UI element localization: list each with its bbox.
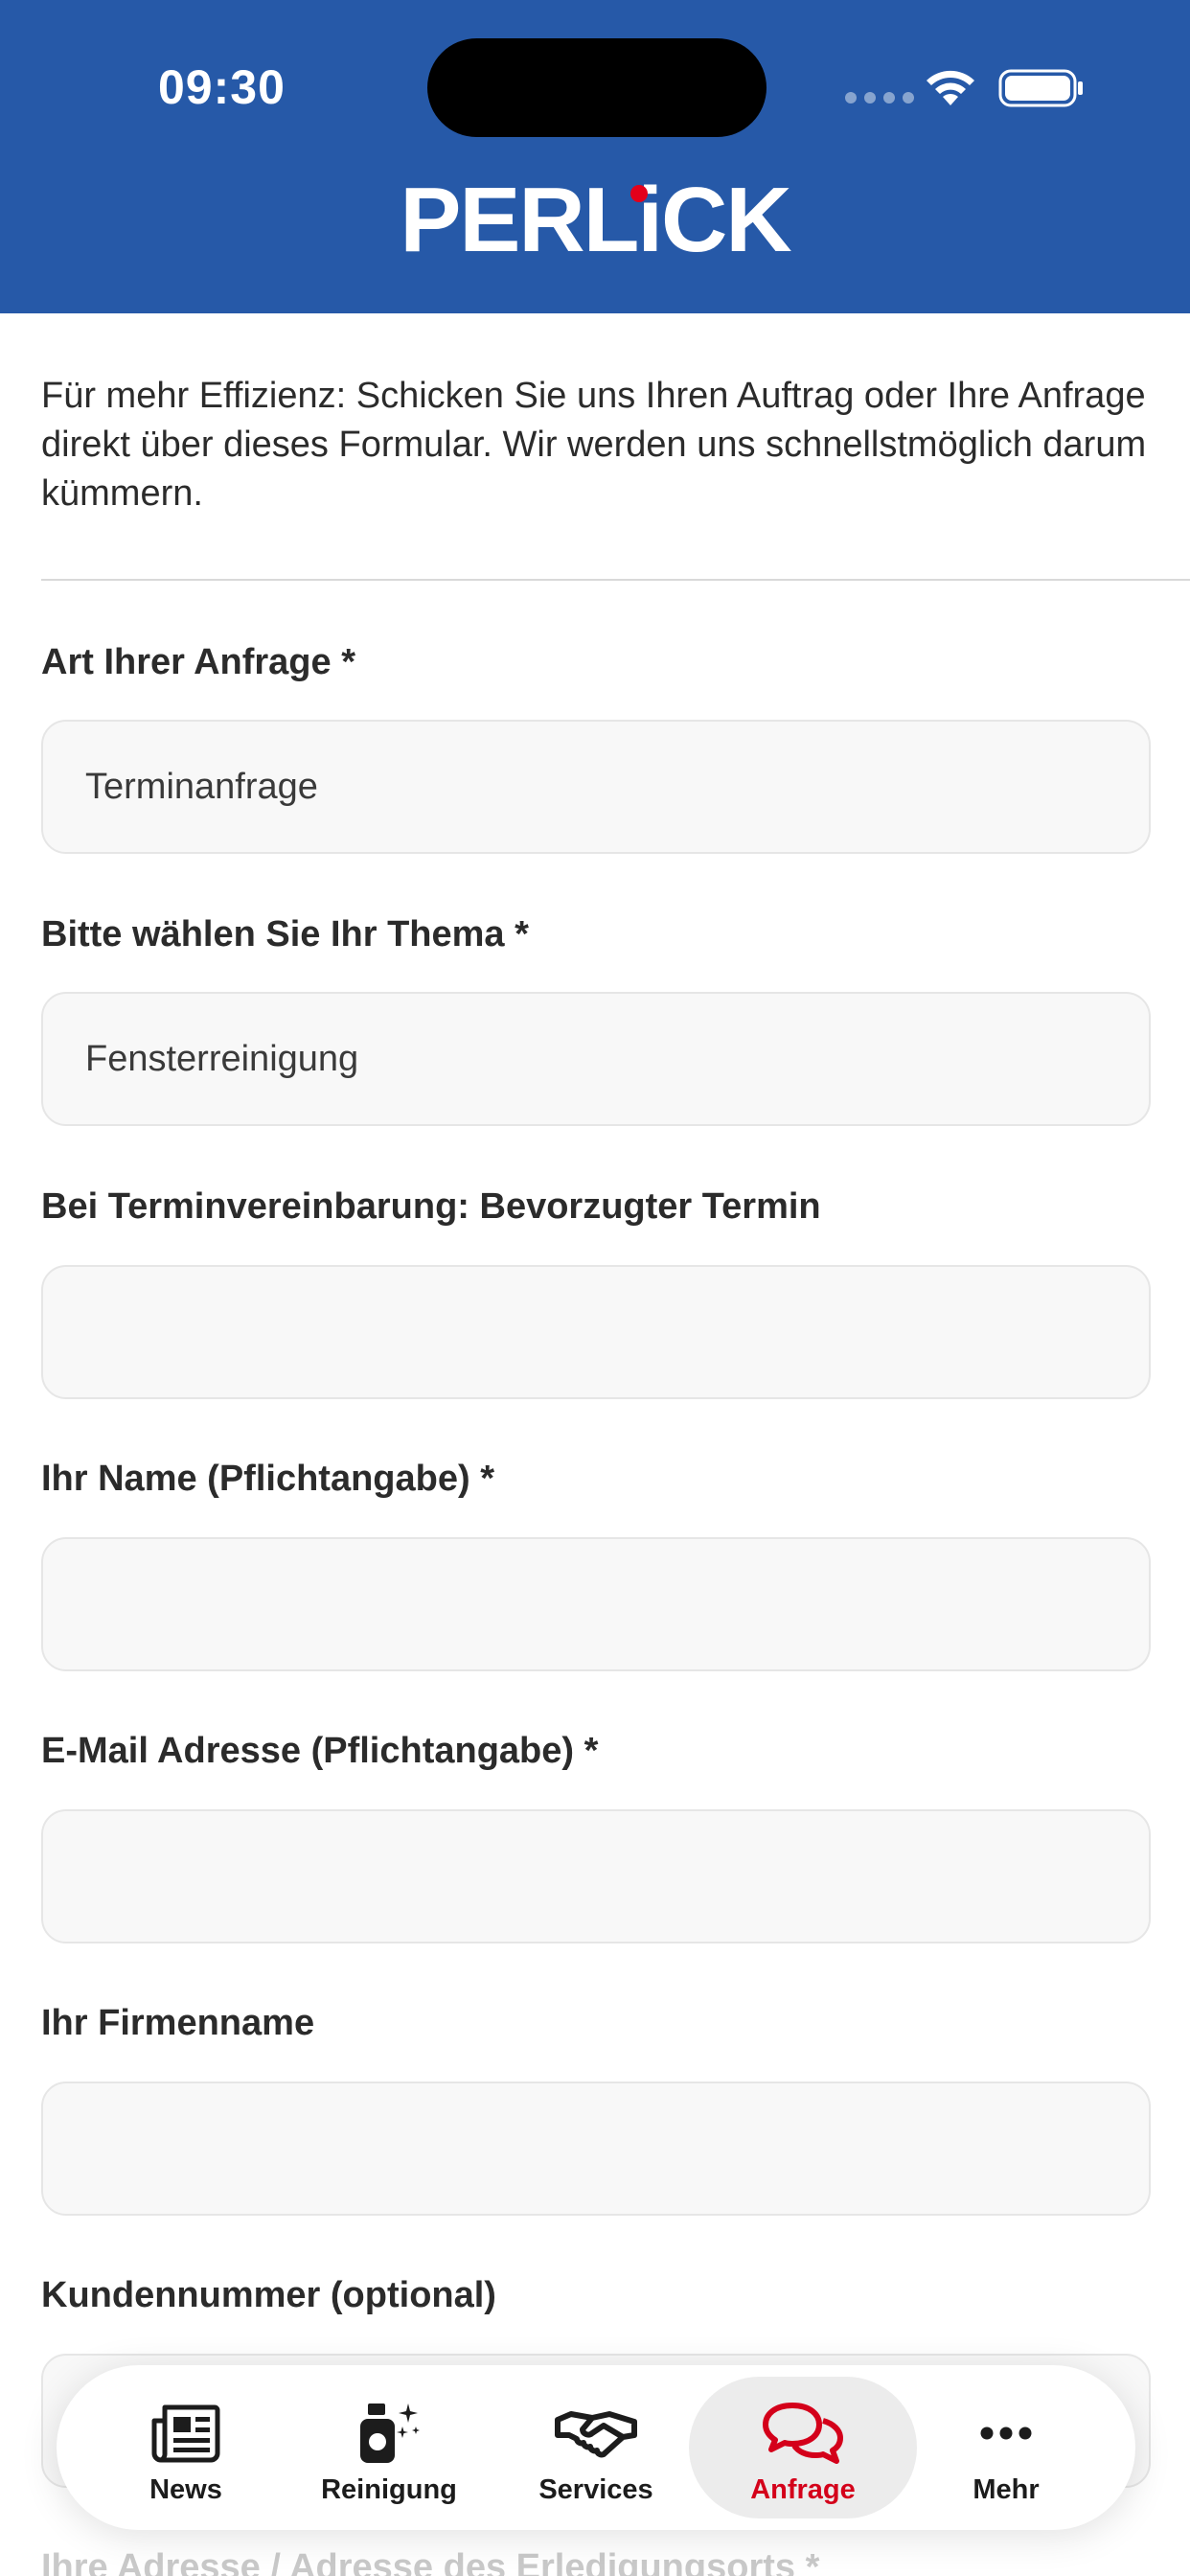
- request-type-select[interactable]: Terminanfrage: [41, 720, 1151, 854]
- dynamic-island: [427, 38, 767, 137]
- app-header: 09:30 PERLiCK: [0, 0, 1190, 313]
- label-customer-number: Kundennummer (optional): [41, 2275, 496, 2315]
- tab-reinigung[interactable]: Reinigung: [275, 2377, 503, 2518]
- label-preferred-date: Bei Terminvereinbarung: Bevorzugter Term…: [41, 1186, 821, 1227]
- tab-anfrage-label: Anfrage: [750, 2474, 856, 2505]
- logo-red-dot: [630, 185, 648, 202]
- tab-mehr[interactable]: Mehr: [892, 2377, 1120, 2518]
- tab-news[interactable]: News: [72, 2377, 300, 2518]
- battery-icon: [998, 69, 1083, 107]
- label-topic: Bitte wählen Sie Ihr Thema *: [41, 914, 529, 954]
- label-request-type: Art Ihrer Anfrage *: [41, 642, 355, 682]
- tab-news-label: News: [149, 2474, 222, 2505]
- more-dots-icon: [979, 2400, 1033, 2467]
- email-input[interactable]: [41, 1809, 1151, 1944]
- newspaper-icon: [151, 2400, 220, 2467]
- tab-mehr-label: Mehr: [973, 2474, 1040, 2505]
- wifi-icon: [927, 70, 974, 105]
- bottom-tab-bar: News Reinigung Services Anfrage Mehr: [57, 2365, 1135, 2530]
- label-email: E-Mail Adresse (Pflichtangabe) *: [41, 1731, 599, 1771]
- label-name: Ihr Name (Pflichtangabe) *: [41, 1459, 494, 1499]
- name-input[interactable]: [41, 1537, 1151, 1671]
- label-address: Ihre Adresse / Adresse des Erledigungsor…: [41, 2547, 820, 2576]
- chat-bubbles-icon: [762, 2400, 844, 2467]
- topic-select[interactable]: Fensterreinigung: [41, 992, 1151, 1126]
- tab-reinigung-label: Reinigung: [321, 2474, 457, 2505]
- cellular-signal-icon: [845, 92, 914, 104]
- status-time: 09:30: [158, 60, 286, 114]
- tab-services[interactable]: Services: [482, 2377, 710, 2518]
- tab-services-label: Services: [538, 2474, 653, 2505]
- preferred-date-input[interactable]: [41, 1265, 1151, 1399]
- intro-text: Für mehr Effizienz: Schicken Sie uns Ihr…: [41, 376, 1147, 514]
- divider: [41, 579, 1190, 581]
- label-company: Ihr Firmenname: [41, 2003, 315, 2043]
- spray-bottle-icon: [355, 2400, 423, 2467]
- perlick-logo: PERLiCK: [400, 169, 791, 271]
- tab-anfrage[interactable]: Anfrage: [689, 2377, 917, 2518]
- company-input[interactable]: [41, 2082, 1151, 2216]
- handshake-icon: [554, 2400, 638, 2467]
